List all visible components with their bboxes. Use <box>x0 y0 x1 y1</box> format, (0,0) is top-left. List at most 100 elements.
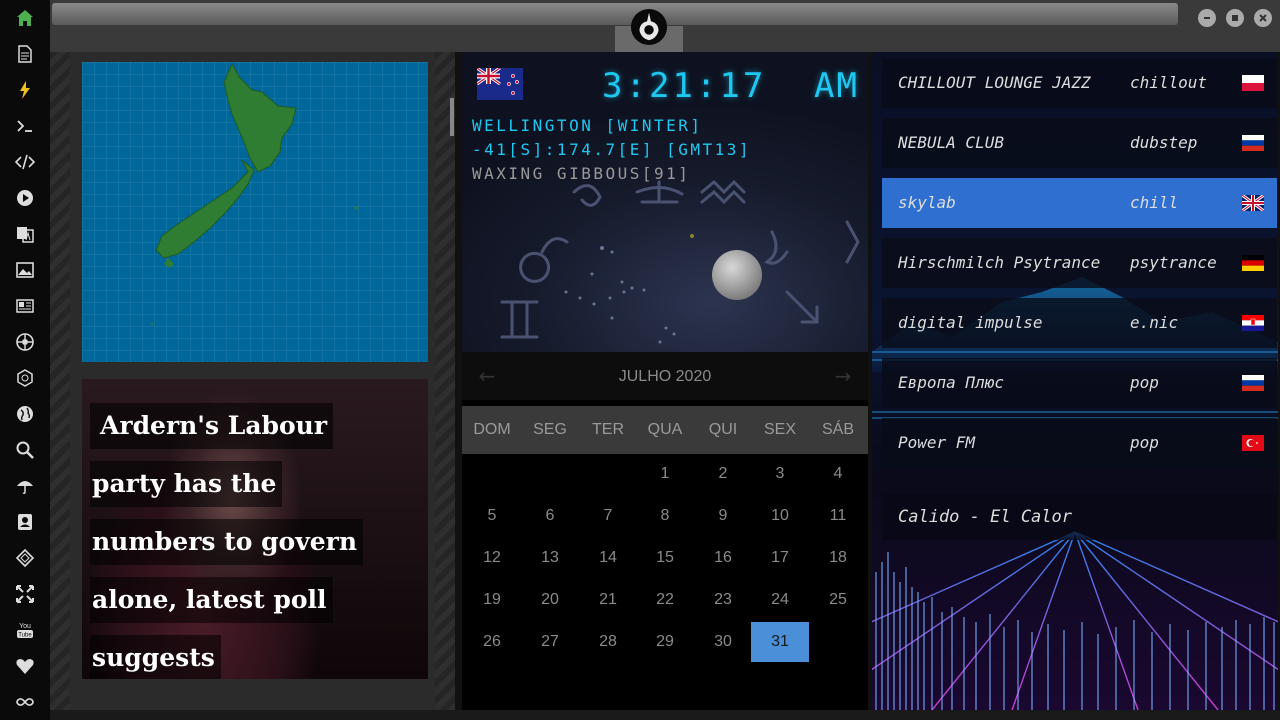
translate-icon[interactable] <box>13 222 37 246</box>
calendar-day[interactable]: 23 <box>694 580 752 620</box>
news-icon[interactable] <box>13 294 37 318</box>
calendar-prev-button[interactable]: ← <box>475 364 499 388</box>
location-label: WELLINGTON [WINTER] <box>472 116 703 135</box>
calendar-day[interactable]: 8 <box>636 496 694 536</box>
calendar-day-today[interactable]: 31 <box>751 622 809 662</box>
calendar: JULHO 2020 ← → DOM SEG TER QUA QUI SEX S… <box>462 352 868 710</box>
moon-icon <box>712 250 762 300</box>
croatia-flag-icon <box>1242 315 1264 331</box>
close-button[interactable] <box>1254 9 1272 27</box>
weekday-label: QUA <box>647 421 683 438</box>
calendar-day[interactable]: 5 <box>463 496 521 536</box>
station-genre: e.nic <box>1130 313 1179 332</box>
headline-line: suggests <box>90 635 221 679</box>
calendar-day[interactable]: 10 <box>751 496 809 536</box>
radio-panel: CHILLOUT LOUNGE JAZZ chillout NEBULA CLU… <box>872 52 1278 710</box>
calendar-day[interactable]: 19 <box>463 580 521 620</box>
lightning-icon[interactable] <box>13 78 37 102</box>
weekday-label: SÁB <box>821 421 854 438</box>
calendar-day[interactable]: 12 <box>463 538 521 578</box>
news-card[interactable]: Ardern's Labour party has the numbers to… <box>82 379 428 679</box>
station-row[interactable]: digital impulse e.nic <box>882 298 1277 348</box>
search-icon[interactable] <box>13 438 37 462</box>
station-row[interactable]: NEBULA CLUB dubstep <box>882 118 1277 168</box>
emblem-tab[interactable] <box>615 0 683 52</box>
scroll-handle[interactable] <box>450 98 454 136</box>
station-name: Hirschmilch Psytrance <box>898 253 1101 272</box>
station-row[interactable]: Hirschmilch Psytrance psytrance <box>882 238 1277 288</box>
station-name: CHILLOUT LOUNGE JAZZ <box>898 73 1091 92</box>
calendar-day[interactable]: 9 <box>694 496 752 536</box>
headline-line: party has the <box>90 461 283 507</box>
infinity-icon[interactable] <box>13 690 37 714</box>
calendar-day[interactable]: 21 <box>579 580 637 620</box>
app-sidebar: You Tube <box>0 0 50 720</box>
calendar-day[interactable]: 1 <box>636 454 694 494</box>
contact-icon[interactable] <box>13 510 37 534</box>
weekday-label: TER <box>592 421 624 438</box>
calendar-day[interactable]: 2 <box>694 454 752 494</box>
station-genre: pop <box>1130 373 1159 392</box>
station-name: Европа Плюс <box>898 373 1004 392</box>
calendar-day[interactable]: 7 <box>579 496 637 536</box>
terminal-icon[interactable] <box>13 114 37 138</box>
maximize-button[interactable] <box>1226 9 1244 27</box>
calendar-day[interactable]: 28 <box>579 622 637 662</box>
home-icon[interactable] <box>13 6 37 30</box>
calendar-day[interactable]: 3 <box>751 454 809 494</box>
image-icon[interactable] <box>13 258 37 282</box>
globe-icon[interactable] <box>13 402 37 426</box>
station-genre: dubstep <box>1130 133 1198 152</box>
uk-flag-icon <box>1242 195 1264 211</box>
new-zealand-map[interactable] <box>82 62 428 362</box>
expand-icon[interactable] <box>13 582 37 606</box>
calendar-day[interactable]: 15 <box>636 538 694 578</box>
calendar-day[interactable]: 25 <box>809 580 867 620</box>
svg-text:Tube: Tube <box>18 633 32 639</box>
tag-icon[interactable] <box>13 546 37 570</box>
svg-text:You: You <box>19 623 31 630</box>
calendar-day[interactable]: 30 <box>694 622 752 662</box>
top-bar <box>50 0 1280 52</box>
youtube-icon[interactable]: You Tube <box>13 618 37 642</box>
germany-flag-icon <box>1242 255 1264 271</box>
station-row[interactable]: Power FM pop <box>882 418 1277 468</box>
heart-icon[interactable] <box>13 654 37 678</box>
rebel-icon[interactable] <box>13 330 37 354</box>
clock-time: 3:21:17 <box>602 66 767 106</box>
station-genre: pop <box>1130 433 1159 452</box>
station-row[interactable]: CHILLOUT LOUNGE JAZZ chillout <box>882 58 1277 108</box>
calendar-day[interactable]: 16 <box>694 538 752 578</box>
umbrella-icon[interactable] <box>13 474 37 498</box>
calendar-day[interactable]: 18 <box>809 538 867 578</box>
empire-icon[interactable] <box>13 366 37 390</box>
calendar-day[interactable]: 17 <box>751 538 809 578</box>
coordinates-label: -41[S]:174.7[E] [GMT13] <box>472 140 752 159</box>
rebel-alliance-emblem-icon <box>630 8 668 46</box>
calendar-day[interactable]: 6 <box>521 496 579 536</box>
calendar-day[interactable]: 4 <box>809 454 867 494</box>
station-row[interactable]: Европа Плюс pop <box>882 358 1277 408</box>
calendar-day[interactable]: 26 <box>463 622 521 662</box>
calendar-day[interactable]: 11 <box>809 496 867 536</box>
now-playing-bar[interactable]: Calido - El Calor <box>882 494 1277 540</box>
calendar-day[interactable]: 29 <box>636 622 694 662</box>
station-name: skylab <box>898 193 956 212</box>
station-name: Power FM <box>898 433 976 452</box>
document-icon[interactable] <box>13 42 37 66</box>
calendar-day[interactable]: 14 <box>579 538 637 578</box>
calendar-next-button[interactable]: → <box>831 364 855 388</box>
calendar-day[interactable]: 20 <box>521 580 579 620</box>
weekday-label: DOM <box>473 421 511 438</box>
russia-flag-icon <box>1242 135 1264 151</box>
calendar-day[interactable]: 22 <box>636 580 694 620</box>
calendar-day[interactable]: 27 <box>521 622 579 662</box>
minimize-button[interactable] <box>1198 9 1216 27</box>
code-icon[interactable] <box>13 150 37 174</box>
station-genre: psytrance <box>1130 253 1217 272</box>
calendar-day[interactable]: 13 <box>521 538 579 578</box>
calendar-day[interactable]: 24 <box>751 580 809 620</box>
station-row-active[interactable]: skylab chill <box>882 178 1277 228</box>
calendar-weekday-header: DOM SEG TER QUA QUI SEX SÁB <box>462 406 868 454</box>
play-icon[interactable] <box>13 186 37 210</box>
